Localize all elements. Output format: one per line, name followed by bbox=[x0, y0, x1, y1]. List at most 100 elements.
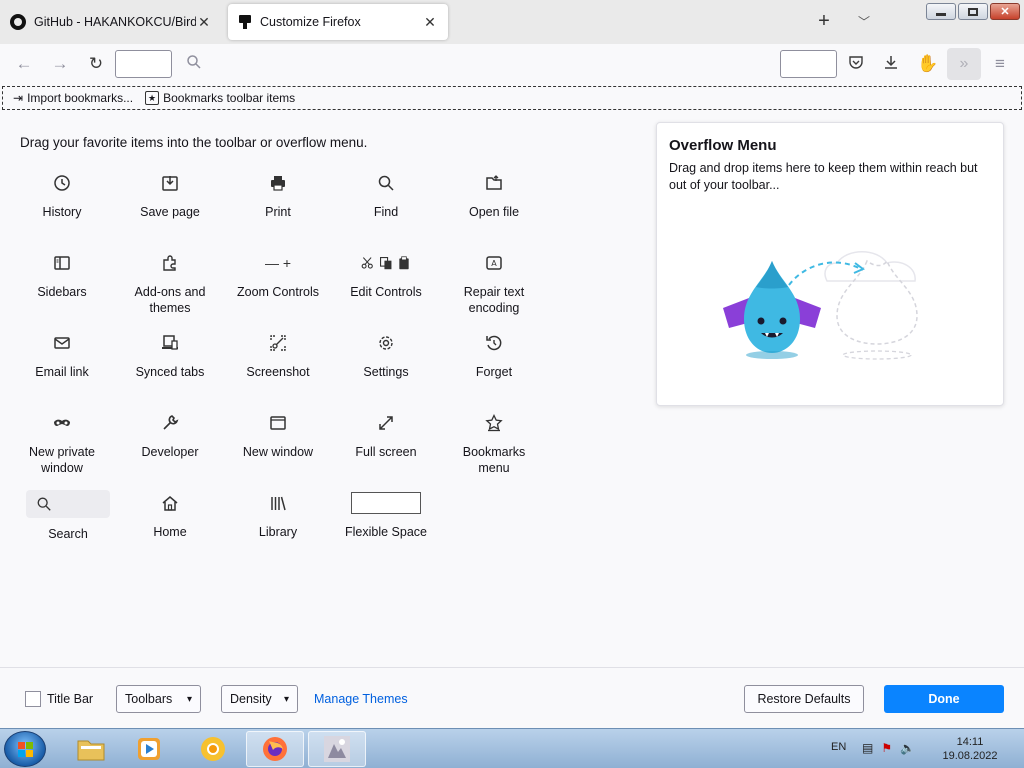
volume-icon[interactable]: 🔈 bbox=[900, 741, 915, 755]
reload-icon[interactable]: ↻ bbox=[85, 54, 107, 74]
palette-item-label: Forget bbox=[475, 365, 513, 379]
navigation-toolbar: ← → ↻ ✋ » ≡ bbox=[0, 44, 1024, 84]
import-bookmarks-item[interactable]: ⇥ Import bookmarks... bbox=[13, 91, 133, 105]
image-thumbnail-icon bbox=[324, 736, 350, 762]
new-tab-button[interactable]: + bbox=[812, 10, 836, 34]
new-window-icon bbox=[230, 412, 326, 434]
palette-item-home[interactable]: Home bbox=[122, 492, 218, 568]
media-player-icon bbox=[138, 738, 160, 760]
overflow-menu-panel[interactable]: Overflow Menu Drag and drop items here t… bbox=[656, 122, 1004, 406]
search-icon[interactable] bbox=[183, 54, 205, 74]
palette-item-find[interactable]: Find bbox=[338, 172, 434, 248]
palette-item-full-screen[interactable]: Full screen bbox=[338, 412, 434, 488]
palette-item-synced-tabs[interactable]: Synced tabs bbox=[122, 332, 218, 408]
chrome-taskbar-button[interactable] bbox=[184, 731, 242, 767]
palette-item-search[interactable]: Search bbox=[14, 490, 122, 568]
palette-item-history[interactable]: History bbox=[14, 172, 110, 248]
overflow-menu-title: Overflow Menu bbox=[669, 137, 777, 154]
palette-item-label: Home bbox=[153, 525, 187, 539]
tab-customize-firefox[interactable]: Customize Firefox ✕ bbox=[228, 4, 448, 40]
hamburger-menu-icon[interactable]: ≡ bbox=[989, 54, 1011, 74]
chrome-icon bbox=[201, 737, 225, 761]
palette-item-addons-themes[interactable]: Add-ons and themes bbox=[122, 252, 218, 328]
folder-icon bbox=[77, 740, 105, 761]
history-icon bbox=[14, 172, 110, 194]
toolbar-spacer-left[interactable] bbox=[115, 50, 172, 78]
overflow-menu-button[interactable]: » bbox=[947, 48, 981, 80]
back-arrow-icon[interactable]: ← bbox=[13, 54, 35, 74]
palette-item-save-page[interactable]: Save page bbox=[122, 172, 218, 248]
palette-item-label: Flexible Space bbox=[345, 525, 427, 539]
palette-item-label: Add-ons and themes bbox=[134, 285, 206, 315]
close-window-button[interactable]: ✕ bbox=[990, 3, 1020, 20]
palette-item-label: Synced tabs bbox=[135, 365, 205, 379]
minimize-window-button[interactable] bbox=[926, 3, 956, 20]
forward-arrow-icon[interactable]: → bbox=[49, 54, 71, 74]
language-indicator[interactable]: EN bbox=[831, 741, 846, 753]
palette-item-new-window[interactable]: New window bbox=[230, 412, 326, 488]
palette-item-forget[interactable]: Forget bbox=[446, 332, 542, 408]
palette-item-zoom-controls[interactable]: — + Zoom Controls bbox=[230, 252, 326, 328]
palette-item-label: Library bbox=[258, 525, 298, 539]
text-encoding-icon: A bbox=[446, 252, 542, 274]
palette-item-open-file[interactable]: Open file bbox=[446, 172, 542, 248]
palette-item-label: Search bbox=[48, 527, 88, 541]
open-file-icon bbox=[446, 172, 542, 194]
title-bar-checkbox[interactable] bbox=[25, 691, 41, 707]
palette-item-settings[interactable]: Settings bbox=[338, 332, 434, 408]
import-icon: ⇥ bbox=[13, 91, 24, 105]
toolbars-dropdown[interactable]: Toolbars ▾ bbox=[116, 685, 201, 713]
density-dropdown[interactable]: Density ▾ bbox=[221, 685, 298, 713]
customize-icon bbox=[238, 14, 252, 30]
bookmarks-toolbar-items[interactable]: ★ Bookmarks toolbar items bbox=[145, 91, 295, 105]
start-button[interactable] bbox=[4, 731, 46, 767]
palette-item-label: Bookmarks menu bbox=[462, 445, 526, 475]
manage-themes-link[interactable]: Manage Themes bbox=[314, 692, 408, 706]
toolbar-spacer-right[interactable] bbox=[780, 50, 837, 78]
done-button[interactable]: Done bbox=[884, 685, 1004, 713]
palette-item-bookmarks-menu[interactable]: Bookmarks menu bbox=[446, 412, 542, 488]
tab-bar: GitHub - HAKANKOKCU/BirdyI ✕ Customize F… bbox=[0, 0, 1024, 44]
bookmark-star-icon: ★ bbox=[145, 91, 160, 105]
action-center-icon[interactable]: ⚑ bbox=[881, 741, 892, 755]
palette-item-label: Save page bbox=[140, 205, 200, 219]
close-tab-icon[interactable]: ✕ bbox=[422, 14, 438, 31]
downloads-icon[interactable] bbox=[880, 54, 902, 74]
explorer-taskbar-button[interactable] bbox=[62, 731, 120, 767]
palette-item-repair-text-encoding[interactable]: A Repair text encoding bbox=[446, 252, 542, 328]
palette-item-email-link[interactable]: Email link bbox=[14, 332, 110, 408]
restore-defaults-button[interactable]: Restore Defaults bbox=[744, 685, 864, 713]
home-icon bbox=[122, 492, 218, 514]
palette-item-library[interactable]: Library bbox=[230, 492, 326, 568]
palette-item-print[interactable]: Print bbox=[230, 172, 326, 248]
palette-item-label: Repair text encoding bbox=[463, 285, 525, 315]
pocket-icon[interactable] bbox=[845, 54, 867, 74]
palette-item-sidebars[interactable]: Sidebars bbox=[14, 252, 110, 328]
palette-item-label: Email link bbox=[35, 365, 89, 379]
media-player-taskbar-button[interactable] bbox=[120, 731, 178, 767]
bookmarks-toolbar-items-label: Bookmarks toolbar items bbox=[163, 91, 296, 105]
title-bar-label: Title Bar bbox=[47, 692, 94, 706]
palette-item-label: Print bbox=[265, 205, 291, 219]
list-all-tabs-button[interactable]: ﹀ bbox=[852, 10, 876, 34]
tab-github[interactable]: GitHub - HAKANKOKCU/BirdyI ✕ bbox=[0, 4, 222, 40]
palette-item-edit-controls[interactable]: Edit Controls bbox=[338, 252, 434, 328]
image-viewer-taskbar-button[interactable] bbox=[308, 731, 366, 767]
palette-item-label: Screenshot bbox=[246, 365, 310, 379]
palette-item-new-private-window[interactable]: New private window bbox=[14, 412, 110, 488]
palette-item-flexible-space[interactable]: Flexible Space bbox=[338, 492, 434, 568]
palette-item-label: New private window bbox=[29, 445, 95, 475]
maximize-window-button[interactable] bbox=[958, 3, 988, 20]
palette-item-screenshot[interactable]: Screenshot bbox=[230, 332, 326, 408]
close-tab-icon[interactable]: ✕ bbox=[196, 14, 212, 31]
system-clock[interactable]: 14:11 19.08.2022 bbox=[940, 735, 1000, 763]
windows-logo-icon bbox=[18, 742, 34, 758]
overflow-menu-description: Drag and drop items here to keep them wi… bbox=[669, 161, 978, 192]
palette-item-label: Sidebars bbox=[37, 285, 87, 299]
fullscreen-icon bbox=[338, 412, 434, 434]
palette-item-developer[interactable]: Developer bbox=[122, 412, 218, 488]
firefox-taskbar-button[interactable] bbox=[246, 731, 304, 767]
search-icon bbox=[26, 490, 110, 518]
chevron-down-icon: ▾ bbox=[186, 693, 192, 705]
network-icon[interactable]: ▤ bbox=[862, 741, 873, 755]
